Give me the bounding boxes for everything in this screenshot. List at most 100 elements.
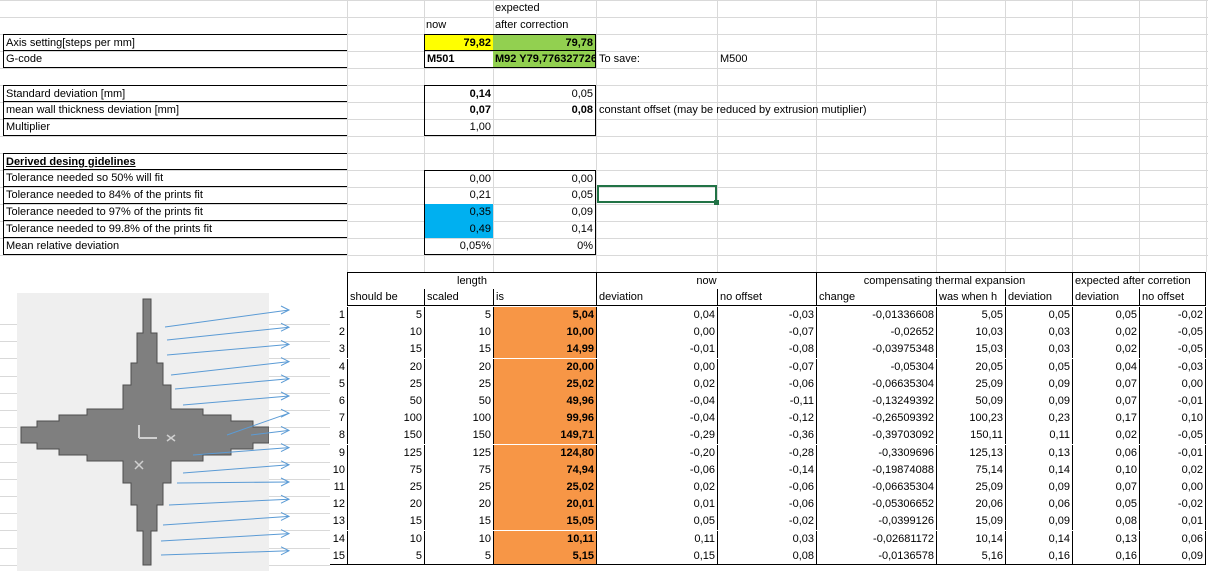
table-cell[interactable]: -0,05306652 xyxy=(816,496,936,514)
table-cell[interactable]: -0,36 xyxy=(717,427,816,445)
table-cell[interactable]: -0,20 xyxy=(596,444,717,462)
mean-relative-now[interactable]: 0,05% xyxy=(424,238,493,255)
table-cell[interactable]: 15 xyxy=(424,341,493,359)
table-cell[interactable]: 0,09 xyxy=(1005,375,1072,393)
row-index[interactable]: 11 xyxy=(330,479,347,496)
col-is[interactable]: is xyxy=(493,289,596,306)
tol50-after[interactable]: 0,00 xyxy=(493,170,596,187)
table-cell[interactable]: -0,05304 xyxy=(816,358,936,376)
tol84-now[interactable]: 0,21 xyxy=(424,187,493,204)
table-cell[interactable]: 0,14 xyxy=(1005,461,1072,479)
row-index[interactable]: 8 xyxy=(330,427,347,444)
table-cell[interactable]: 25 xyxy=(424,375,493,393)
table-cell[interactable]: -0,29 xyxy=(596,427,717,445)
col-change[interactable]: change xyxy=(816,289,936,306)
table-cell[interactable]: 75 xyxy=(424,461,493,479)
table-cell[interactable]: 50 xyxy=(424,393,493,410)
table-cell[interactable]: 0,11 xyxy=(596,530,717,548)
table-cell[interactable]: 15 xyxy=(424,513,493,531)
table-cell[interactable]: 25,02 xyxy=(493,375,596,393)
table-cell[interactable]: -0,02 xyxy=(717,513,816,531)
table-cell[interactable]: 0,01 xyxy=(1139,513,1206,531)
table-cell[interactable]: 0,13 xyxy=(1005,444,1072,462)
axis-setting-after[interactable]: 79,78 xyxy=(493,34,596,51)
table-cell[interactable]: -0,01 xyxy=(596,341,717,359)
table-cell[interactable]: 10 xyxy=(347,530,424,548)
table-cell[interactable]: 20 xyxy=(347,358,424,376)
table-cell[interactable]: 0,00 xyxy=(596,324,717,342)
table-cell[interactable]: 125 xyxy=(347,444,424,462)
table-cell[interactable]: 0,02 xyxy=(1072,427,1139,445)
table-cell[interactable]: 0,11 xyxy=(1005,427,1072,445)
table-cell[interactable]: -0,13249392 xyxy=(816,393,936,410)
table-cell[interactable]: -0,0136578 xyxy=(816,547,936,565)
table-cell[interactable]: 5,05 xyxy=(936,307,1005,324)
table-cell[interactable]: 10,11 xyxy=(493,530,596,548)
table-cell[interactable]: 0,05 xyxy=(1072,496,1139,514)
table-cell[interactable]: 20,00 xyxy=(493,358,596,376)
multiplier-after[interactable] xyxy=(493,119,596,136)
row-index[interactable]: 4 xyxy=(330,359,347,376)
table-cell[interactable]: 0,01 xyxy=(596,496,717,514)
table-cell[interactable]: 0,10 xyxy=(1072,461,1139,479)
table-cell[interactable]: 20,05 xyxy=(936,358,1005,376)
table-cell[interactable]: 0,16 xyxy=(1072,547,1139,565)
tol97-now[interactable]: 0,35 xyxy=(424,204,493,221)
multiplier-label[interactable]: Multiplier xyxy=(3,119,347,136)
table-cell[interactable]: 50 xyxy=(347,393,424,410)
table-cell[interactable]: -0,11 xyxy=(717,393,816,410)
table-cell[interactable]: 0,02 xyxy=(596,375,717,393)
table-cell[interactable]: 0,00 xyxy=(1139,375,1206,393)
gcode-now[interactable]: M501 xyxy=(424,51,493,68)
table-cell[interactable]: -0,12 xyxy=(717,410,816,428)
to-save-label[interactable]: To save: xyxy=(597,51,697,68)
table-cell[interactable]: -0,03975348 xyxy=(816,341,936,359)
derived-guidelines-title[interactable]: Derived desing gidelines xyxy=(3,153,347,170)
table-cell[interactable]: 25,09 xyxy=(936,479,1005,496)
table-cell[interactable]: 15 xyxy=(347,341,424,359)
table-cell[interactable]: 0,04 xyxy=(596,307,717,324)
tol998-after[interactable]: 0,14 xyxy=(493,221,596,238)
table-cell[interactable]: 0,17 xyxy=(1072,410,1139,428)
mean-wall-after[interactable]: 0,08 xyxy=(493,102,596,119)
table-cell[interactable]: 0,09 xyxy=(1005,479,1072,496)
axis-setting-label[interactable]: Axis setting[steps per mm] xyxy=(3,34,347,51)
table-cell[interactable]: 20 xyxy=(347,496,424,514)
table-cell[interactable]: -0,06635304 xyxy=(816,375,936,393)
table-cell[interactable]: 20 xyxy=(424,358,493,376)
table-cell[interactable]: 100,23 xyxy=(936,410,1005,428)
table-cell[interactable]: 0,02 xyxy=(1072,324,1139,342)
table-cell[interactable]: 0,03 xyxy=(1005,324,1072,342)
tol84-after[interactable]: 0,05 xyxy=(493,187,596,204)
mean-wall-now[interactable]: 0,07 xyxy=(424,102,493,119)
table-cell[interactable]: 5 xyxy=(424,547,493,565)
table-cell[interactable]: -0,3309696 xyxy=(816,444,936,462)
table-cell[interactable]: -0,01336608 xyxy=(816,307,936,324)
table-cell[interactable]: 0,09 xyxy=(1139,547,1206,565)
table-cell[interactable]: 10,00 xyxy=(493,324,596,342)
table-cell[interactable]: 0,10 xyxy=(1139,410,1206,428)
table-cell[interactable]: -0,04 xyxy=(596,410,717,428)
table-cell[interactable]: 5 xyxy=(424,307,493,324)
table-cell[interactable]: -0,06 xyxy=(717,479,816,496)
table-cell[interactable]: 0,08 xyxy=(717,547,816,565)
table-cell[interactable]: 0,09 xyxy=(1005,393,1072,410)
table-cell[interactable]: 0,02 xyxy=(596,479,717,496)
table-cell[interactable]: -0,19874088 xyxy=(816,461,936,479)
table-cell[interactable]: -0,03 xyxy=(717,307,816,324)
tol998-now[interactable]: 0,49 xyxy=(424,221,493,238)
gcode-after[interactable]: M92 Y79,776327726 xyxy=(493,51,596,68)
table-cell[interactable]: -0,04 xyxy=(596,393,717,410)
table-cell[interactable]: 10 xyxy=(347,324,424,342)
row-index[interactable]: 15 xyxy=(330,548,347,565)
offset-note[interactable]: constant offset (may be reduced by extru… xyxy=(597,102,917,119)
tol50-label[interactable]: Tolerance needed so 50% will fit xyxy=(3,170,347,187)
std-deviation-now[interactable]: 0,14 xyxy=(424,85,493,102)
table-cell[interactable]: 25 xyxy=(347,479,424,496)
table-cell[interactable]: 125,13 xyxy=(936,444,1005,462)
table-cell[interactable]: 15,09 xyxy=(936,513,1005,531)
table-cell[interactable]: 125 xyxy=(424,444,493,462)
table-cell[interactable]: -0,0399126 xyxy=(816,513,936,531)
row-index[interactable]: 13 xyxy=(330,513,347,530)
row-index[interactable]: 5 xyxy=(330,376,347,393)
